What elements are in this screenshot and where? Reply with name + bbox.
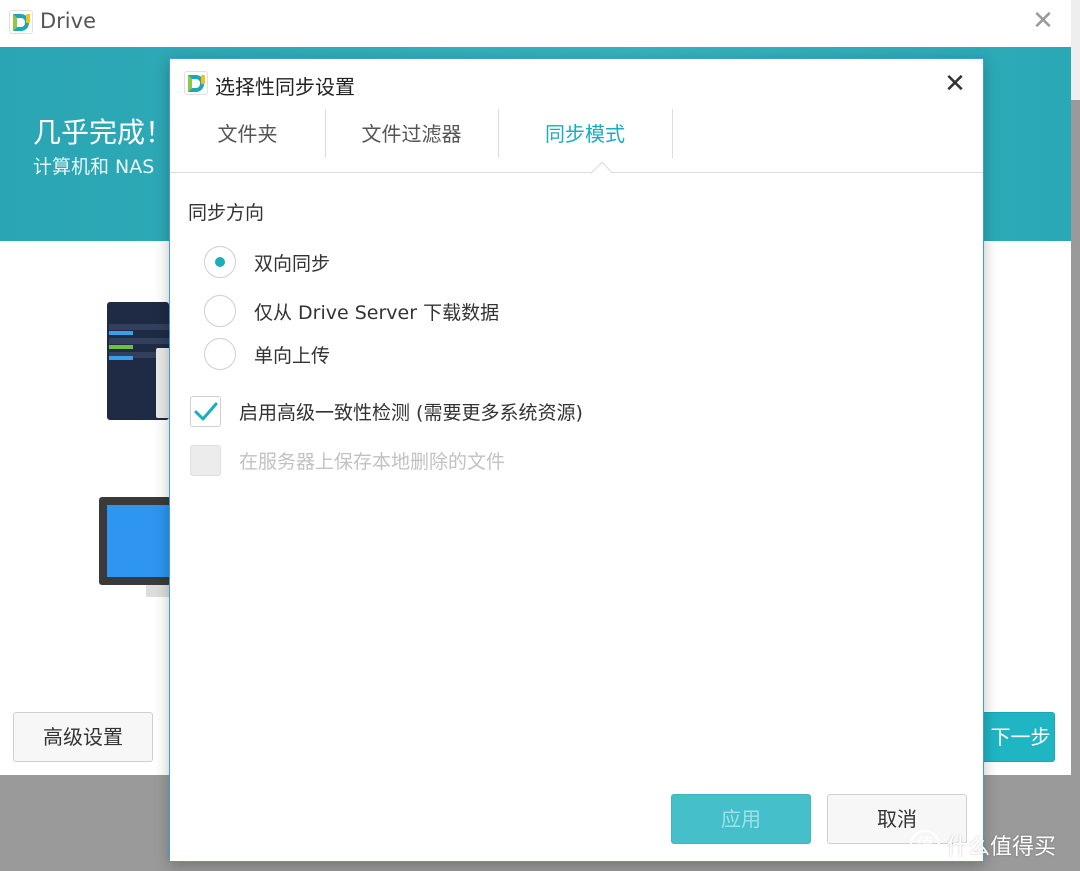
radio-selected-icon[interactable] bbox=[204, 246, 236, 278]
watermark: 值 什么值得买 bbox=[910, 828, 1056, 862]
checkbox-label: 启用高级一致性检测 (需要更多系统资源) bbox=[239, 401, 583, 424]
nas-door-icon bbox=[156, 348, 170, 418]
checkbox-keep-deleted-files: 在服务器上保存本地删除的文件 bbox=[190, 444, 505, 476]
drive-logo-icon bbox=[184, 71, 208, 95]
banner-title: 几乎完成！ bbox=[33, 116, 174, 149]
drive-logo-icon bbox=[9, 10, 33, 34]
checkbox-advanced-consistency[interactable]: 启用高级一致性检测 (需要更多系统资源) bbox=[190, 395, 583, 427]
apply-button[interactable]: 应用 bbox=[671, 794, 811, 844]
checkbox-label: 在服务器上保存本地删除的文件 bbox=[239, 450, 506, 473]
radio-upload-only[interactable]: 单向上传 bbox=[204, 338, 330, 370]
radio-unselected-icon[interactable] bbox=[204, 338, 236, 370]
window-edge bbox=[1071, 0, 1080, 100]
main-close-icon[interactable]: ✕ bbox=[1030, 8, 1056, 34]
tab-divider bbox=[672, 109, 673, 158]
tab-sync-mode[interactable]: 同步模式 bbox=[498, 109, 672, 158]
banner-subtitle: 计算机和 NAS bbox=[33, 156, 155, 178]
main-titlebar: Drive ✕ bbox=[0, 0, 1071, 47]
dialog-close-icon[interactable]: ✕ bbox=[942, 71, 968, 97]
tab-file-filters[interactable]: 文件过滤器 bbox=[325, 109, 498, 158]
sync-direction-label: 同步方向 bbox=[188, 202, 265, 224]
main-window-title: Drive bbox=[40, 9, 96, 33]
tab-folders[interactable]: 文件夹 bbox=[170, 109, 325, 158]
computer-illustration-icon bbox=[99, 497, 171, 585]
monitor-stand-icon bbox=[146, 585, 170, 597]
selective-sync-dialog: 选择性同步设置 ✕ 文件夹 文件过滤器 同步模式 同步方向 双向同步 仅从 Dr… bbox=[169, 58, 984, 862]
advanced-settings-button[interactable]: 高级设置 bbox=[13, 712, 153, 762]
radio-label: 双向同步 bbox=[254, 252, 331, 275]
radio-unselected-icon[interactable] bbox=[204, 295, 236, 327]
radio-download-only[interactable]: 仅从 Drive Server 下载数据 bbox=[204, 295, 499, 327]
radio-label: 单向上传 bbox=[254, 344, 331, 367]
radio-bidirectional-sync[interactable]: 双向同步 bbox=[204, 246, 330, 278]
watermark-text: 什么值得买 bbox=[946, 835, 1057, 860]
radio-label: 仅从 Drive Server 下载数据 bbox=[254, 301, 500, 324]
dialog-title: 选择性同步设置 bbox=[215, 75, 355, 99]
watermark-badge-icon: 值 bbox=[910, 830, 940, 860]
checkbox-disabled bbox=[190, 444, 221, 476]
checkmark-icon bbox=[194, 402, 218, 420]
checkbox-checked[interactable] bbox=[190, 395, 221, 427]
dialog-tabs: 文件夹 文件过滤器 同步模式 bbox=[170, 109, 983, 173]
